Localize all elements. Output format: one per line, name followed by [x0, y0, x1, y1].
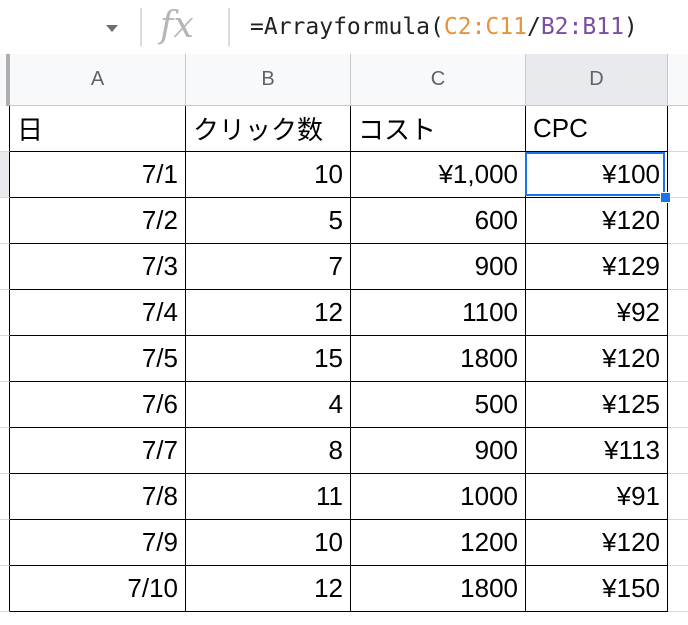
date-cell[interactable]: 7/6 [10, 382, 186, 428]
table-row: 7/8 11 1000 ¥91 [0, 474, 688, 520]
row-header[interactable] [0, 428, 10, 474]
header-cell-clicks[interactable]: クリック数 [186, 106, 351, 152]
row-header[interactable] [0, 336, 10, 382]
row-header[interactable] [0, 474, 10, 520]
clicks-cell[interactable]: 15 [186, 336, 351, 382]
row-filler [668, 474, 688, 520]
cost-cell[interactable]: 1000 [351, 474, 526, 520]
row-filler [668, 566, 688, 612]
date-cell[interactable]: 7/10 [10, 566, 186, 612]
date-cell[interactable]: 7/4 [10, 290, 186, 336]
column-header-filler [668, 54, 688, 106]
cost-cell[interactable]: 500 [351, 382, 526, 428]
row-filler [668, 520, 688, 566]
clicks-cell[interactable]: 10 [186, 520, 351, 566]
cpc-cell[interactable]: ¥100 [526, 152, 668, 198]
cost-cell[interactable]: ¥1,000 [351, 152, 526, 198]
column-header-d[interactable]: D [526, 54, 668, 106]
cpc-cell[interactable]: ¥125 [526, 382, 668, 428]
date-cell[interactable]: 7/3 [10, 244, 186, 290]
header-cell-date[interactable]: 日 [10, 106, 186, 152]
row-filler [668, 244, 688, 290]
cpc-cell[interactable]: ¥150 [526, 566, 668, 612]
cost-cell[interactable]: 1100 [351, 290, 526, 336]
header-cell-cost[interactable]: コスト [351, 106, 526, 152]
column-header-a[interactable]: A [10, 54, 186, 106]
clicks-cell[interactable]: 7 [186, 244, 351, 290]
clicks-cell[interactable]: 12 [186, 290, 351, 336]
cpc-cell[interactable]: ¥92 [526, 290, 668, 336]
clicks-cell[interactable]: 10 [186, 152, 351, 198]
spreadsheet-grid: A B C D 日 クリック数 コスト CPC 7/1 10 ¥1,000 ¥100 7… [0, 54, 688, 612]
cpc-cell[interactable]: ¥120 [526, 336, 668, 382]
table-row: 7/9 10 1200 ¥120 [0, 520, 688, 566]
table-row: 7/1 10 ¥1,000 ¥100 [0, 152, 688, 198]
cost-cell[interactable]: 1200 [351, 520, 526, 566]
clicks-cell[interactable]: 5 [186, 198, 351, 244]
table-row: 7/6 4 500 ¥125 [0, 382, 688, 428]
clicks-cell[interactable]: 4 [186, 382, 351, 428]
fill-handle[interactable] [660, 192, 671, 203]
table-row: 7/4 12 1100 ¥92 [0, 290, 688, 336]
cpc-cell[interactable]: ¥120 [526, 198, 668, 244]
formula-prefix: =Arrayformula( [250, 14, 444, 40]
row-header[interactable] [0, 566, 10, 612]
cost-cell[interactable]: 1800 [351, 566, 526, 612]
formula-bar: fx =Arrayformula(C2:C11/B2:B11) [0, 0, 688, 55]
cpc-cell[interactable]: ¥120 [526, 520, 668, 566]
row-header[interactable] [0, 152, 10, 198]
header-cell-cpc[interactable]: CPC [526, 106, 668, 152]
formula-suffix: ) [623, 14, 638, 40]
date-cell[interactable]: 7/5 [10, 336, 186, 382]
formula-range-ref-clicks: B2:B11 [540, 14, 624, 40]
row-header[interactable] [0, 244, 10, 290]
cost-cell[interactable]: 600 [351, 198, 526, 244]
table-row: 7/5 15 1800 ¥120 [0, 336, 688, 382]
table-row: 7/3 7 900 ¥129 [0, 244, 688, 290]
formula-divider: / [526, 14, 541, 40]
column-header-row: A B C D [0, 54, 688, 106]
cpc-cell[interactable]: ¥91 [526, 474, 668, 520]
clicks-cell[interactable]: 12 [186, 566, 351, 612]
date-cell[interactable]: 7/9 [10, 520, 186, 566]
date-cell[interactable]: 7/1 [10, 152, 186, 198]
row-header[interactable] [0, 382, 10, 428]
column-header-c[interactable]: C [351, 54, 526, 106]
cost-cell[interactable]: 900 [351, 244, 526, 290]
name-box-dropdown-icon[interactable] [106, 25, 118, 32]
column-header-b[interactable]: B [186, 54, 351, 106]
row-filler [668, 198, 688, 244]
row-filler [668, 336, 688, 382]
row-filler [668, 152, 688, 198]
table-row: 7/2 5 600 ¥120 [0, 198, 688, 244]
select-all-corner[interactable] [0, 54, 10, 106]
formula-range-ref-cost: C2:C11 [443, 14, 527, 40]
row-filler [668, 428, 688, 474]
date-cell[interactable]: 7/2 [10, 198, 186, 244]
cpc-cell[interactable]: ¥113 [526, 428, 668, 474]
table-header-row: 日 クリック数 コスト CPC [0, 106, 688, 152]
row-filler [668, 290, 688, 336]
formula-bar-divider [228, 8, 230, 46]
cost-cell[interactable]: 1800 [351, 336, 526, 382]
row-filler [668, 382, 688, 428]
date-cell[interactable]: 7/7 [10, 428, 186, 474]
clicks-cell[interactable]: 8 [186, 428, 351, 474]
row-header[interactable] [0, 290, 10, 336]
formula-input[interactable]: =Arrayformula(C2:C11/B2:B11) [250, 11, 638, 43]
clicks-cell[interactable]: 11 [186, 474, 351, 520]
table-row: 7/7 8 900 ¥113 [0, 428, 688, 474]
row-header[interactable] [0, 106, 10, 152]
row-header[interactable] [0, 198, 10, 244]
table-row: 7/10 12 1800 ¥150 [0, 566, 688, 612]
fx-icon: fx [160, 5, 194, 46]
row-header[interactable] [0, 520, 10, 566]
cpc-cell[interactable]: ¥129 [526, 244, 668, 290]
date-cell[interactable]: 7/8 [10, 474, 186, 520]
row-filler [668, 106, 688, 152]
formula-bar-divider [140, 8, 142, 46]
cost-cell[interactable]: 900 [351, 428, 526, 474]
